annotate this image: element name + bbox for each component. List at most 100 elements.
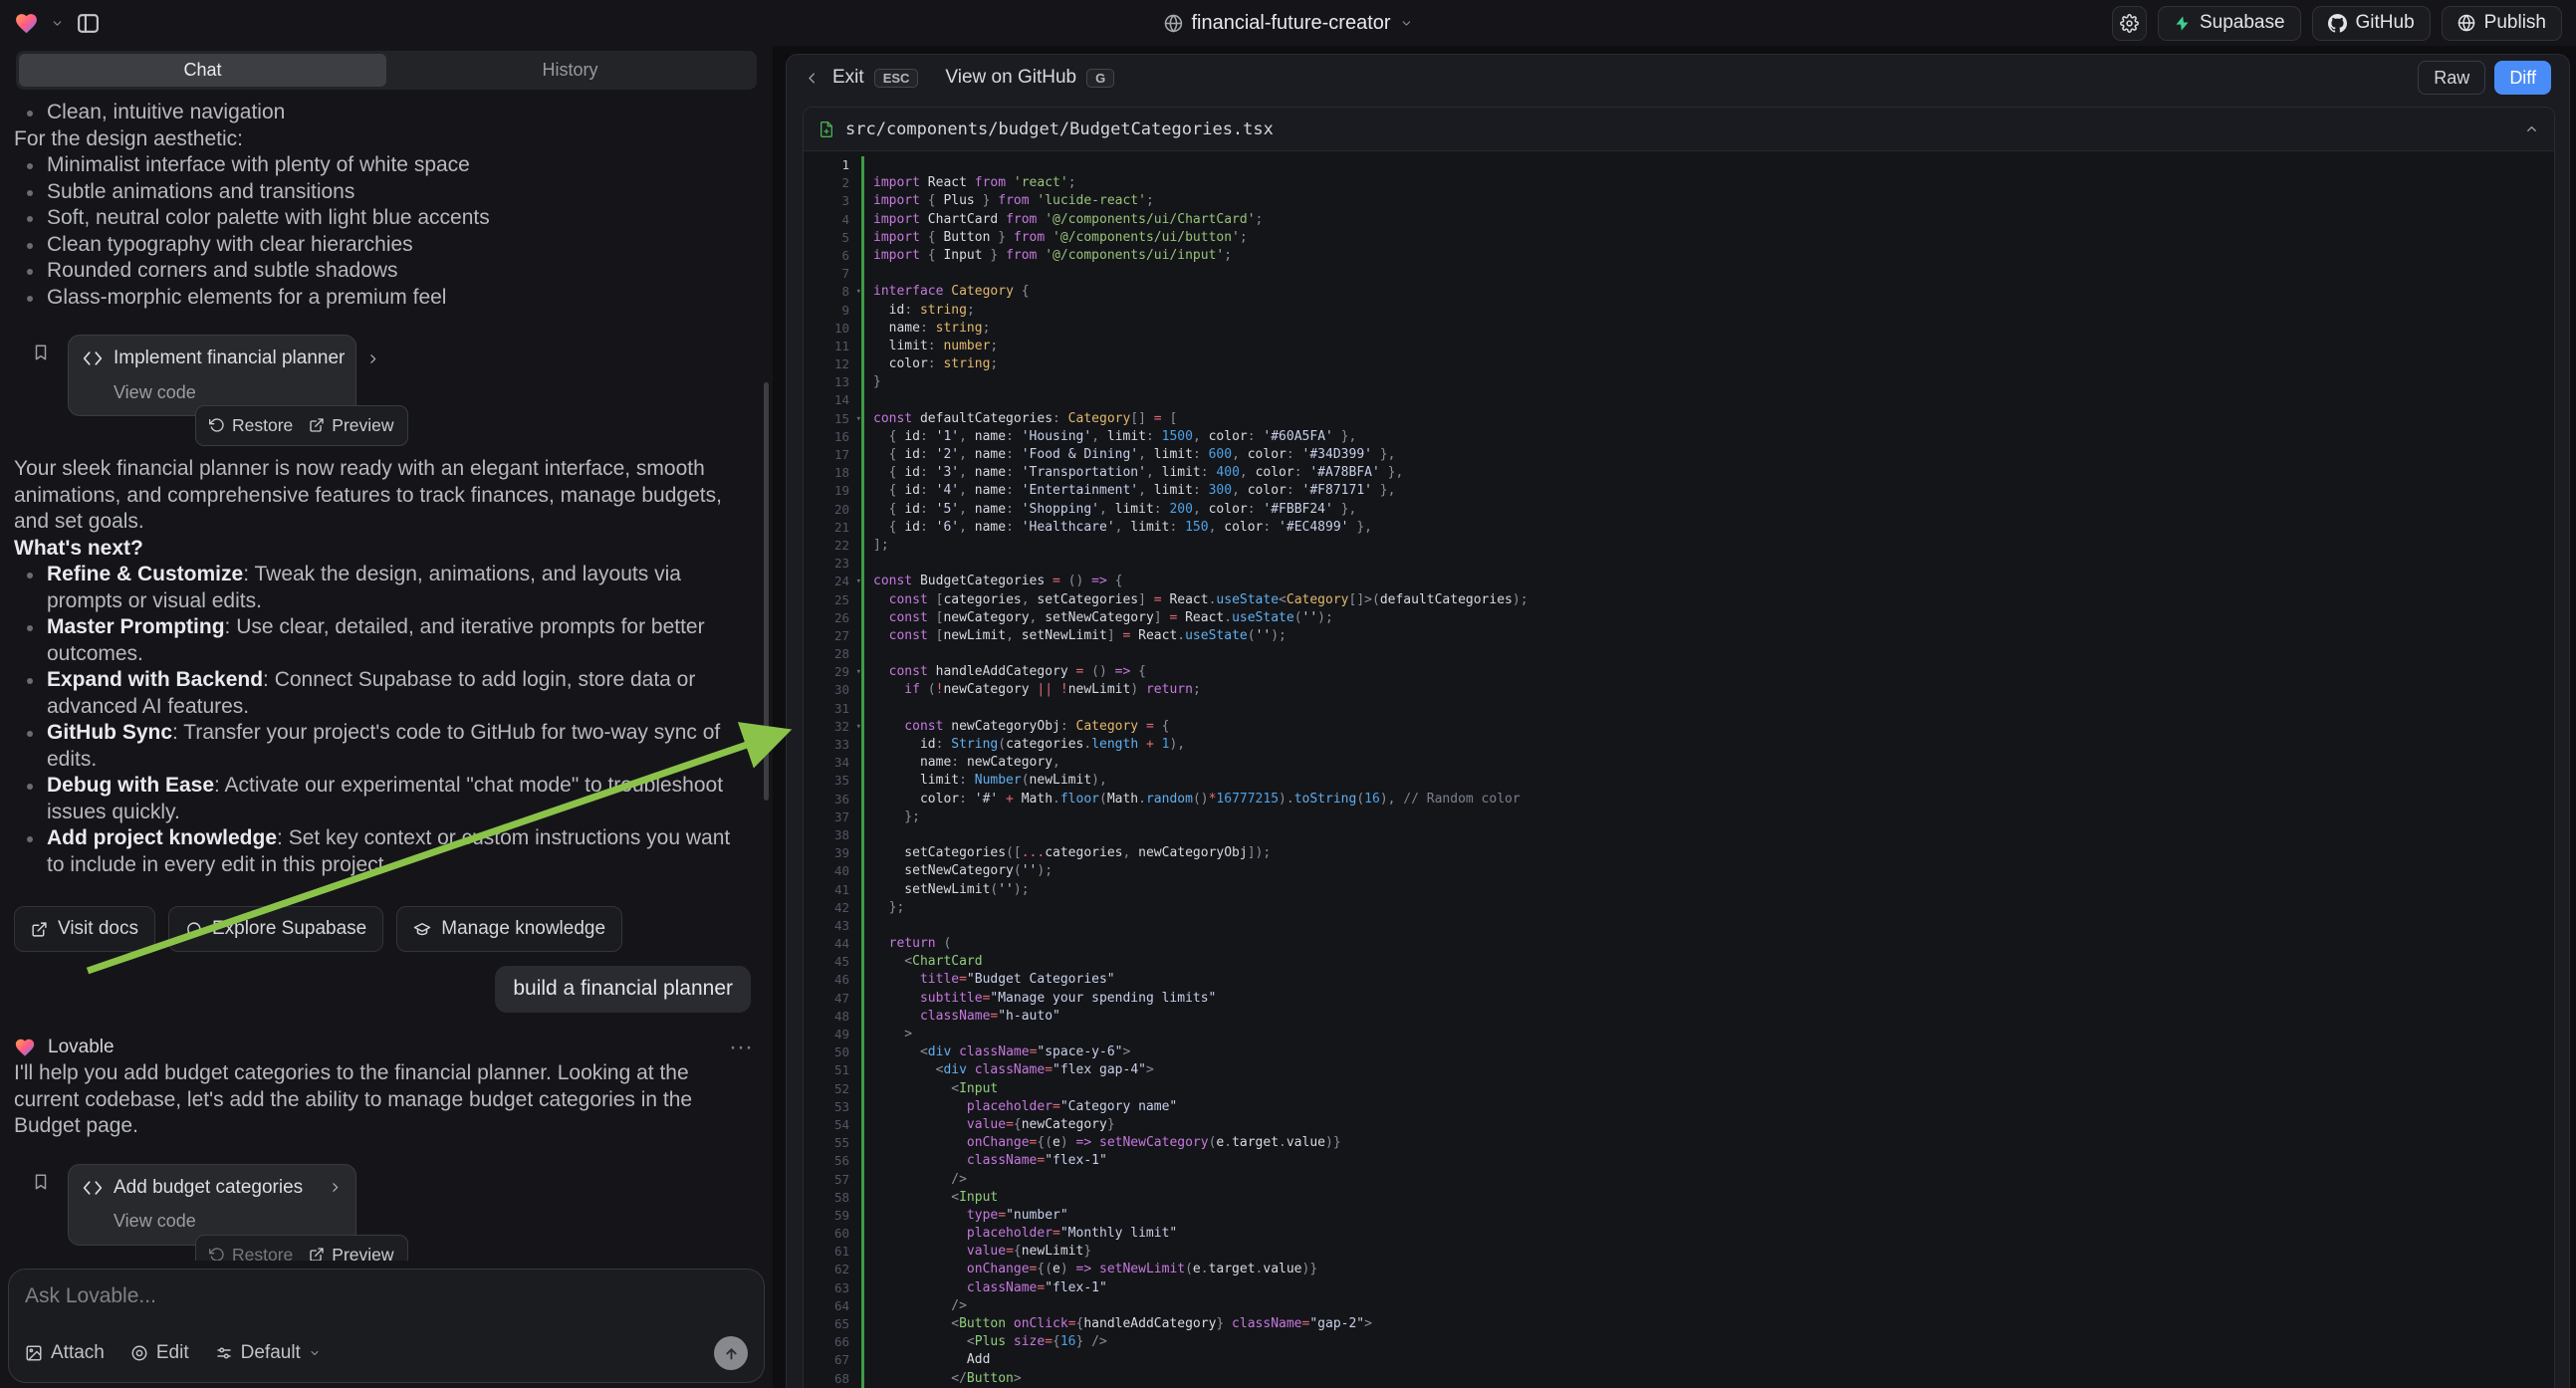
restore-button[interactable]: Restore (209, 412, 293, 439)
code-line: 33 id: String(categories.length + 1), (804, 736, 2554, 754)
code-line: 38 (804, 826, 2554, 844)
line-number: 17 (804, 446, 861, 464)
code-line: 21 { id: '6', name: 'Healthcare', limit:… (804, 519, 2554, 537)
attach-button[interactable]: Attach (25, 1342, 105, 1364)
code-line-content: setNewLimit(''); (861, 881, 2554, 899)
code-line: 2import React from 'react'; (804, 174, 2554, 192)
version-actions-popover: Restore Preview (195, 405, 408, 446)
message-menu-icon[interactable]: ··· (729, 1042, 753, 1052)
explore-supabase-button[interactable]: Explore Supabase (168, 906, 383, 952)
model-label: Default (241, 1342, 301, 1364)
line-number: 8▾ (804, 283, 861, 301)
bookmark-icon[interactable] (32, 1172, 50, 1192)
chat-scrollbar[interactable] (764, 382, 769, 801)
bookmark-icon[interactable] (32, 343, 50, 362)
line-number: 27 (804, 627, 861, 645)
code-line-content: placeholder="Category name" (861, 1098, 2554, 1116)
code-line-content: className="h-auto" (861, 1008, 2554, 1026)
list-item: Clean, intuitive navigation (14, 100, 753, 126)
list-item: Debug with Ease: Activate our experiment… (14, 773, 753, 825)
code-line-content: <Button onClick={handleAddCategory} clas… (861, 1315, 2554, 1333)
edit-card-implement-financial-planner[interactable]: Implement financial planner View code (68, 335, 356, 416)
code-line: 31 (804, 700, 2554, 718)
supabase-label: Supabase (2200, 12, 2285, 34)
fold-chevron-icon[interactable]: ▾ (856, 283, 861, 301)
line-number: 50 (804, 1043, 861, 1061)
restore-button[interactable]: Restore (209, 1242, 293, 1262)
code-line: 23 (804, 555, 2554, 573)
view-code-link[interactable]: View code (83, 1208, 342, 1235)
file-header[interactable]: src/components/budget/BudgetCategories.t… (804, 108, 2554, 151)
code-line-content: import ChartCard from '@/components/ui/C… (861, 211, 2554, 229)
design-bullet-list: Minimalist interface with plenty of whit… (14, 152, 753, 311)
item-lead: Expand with Backend (47, 668, 263, 691)
view-code-link[interactable]: View code (83, 379, 342, 406)
code-editor[interactable]: 12import React from 'react';3import { Pl… (804, 151, 2554, 1388)
manage-knowledge-button[interactable]: Manage knowledge (396, 906, 622, 952)
list-item: Refine & Customize: Tweak the design, an… (14, 562, 753, 614)
fold-chevron-icon[interactable]: ▾ (856, 663, 861, 681)
publish-button[interactable]: Publish (2442, 6, 2562, 41)
diff-toggle-button[interactable]: Diff (2494, 61, 2551, 95)
tab-chat[interactable]: Chat (19, 54, 386, 87)
code-line-content: /> (861, 1297, 2554, 1315)
line-number: 42 (804, 899, 861, 917)
line-number: 6 (804, 247, 861, 265)
item-lead: Master Prompting (47, 615, 225, 638)
code-line: 62 onChange={(e) => setNewLimit(e.target… (804, 1261, 2554, 1278)
line-number: 39 (804, 844, 861, 862)
list-item: GitHub Sync: Transfer your project's cod… (14, 720, 753, 773)
code-line-content: <Plus size={16} /> (861, 1333, 2554, 1351)
code-line: 35 limit: Number(newLimit), (804, 772, 2554, 790)
code-line: 57 /> (804, 1171, 2554, 1189)
code-line: 32▾ const newCategoryObj: Category = { (804, 718, 2554, 736)
line-number: 62 (804, 1261, 861, 1278)
preview-button[interactable]: Preview (309, 412, 393, 439)
exit-button[interactable]: Exit ESC (832, 67, 918, 89)
fold-chevron-icon[interactable]: ▾ (856, 573, 861, 590)
back-chevron-icon[interactable] (805, 71, 820, 86)
user-message: build a financial planner (495, 966, 751, 1013)
view-on-github-button[interactable]: View on GitHub G (945, 67, 1114, 89)
sliders-icon (215, 1344, 233, 1362)
line-number: 37 (804, 809, 861, 826)
code-line: 25 const [categories, setCategories] = R… (804, 591, 2554, 609)
line-number: 49 (804, 1026, 861, 1043)
line-number: 3 (804, 192, 861, 210)
line-number: 41 (804, 881, 861, 899)
preview-button[interactable]: Preview (309, 1242, 393, 1262)
code-line: 41 setNewLimit(''); (804, 881, 2554, 899)
code-line-content: { id: '3', name: 'Transportation', limit… (861, 464, 2554, 482)
code-line-content: placeholder="Monthly limit" (861, 1225, 2554, 1243)
edit-mode-button[interactable]: Edit (130, 1342, 189, 1364)
code-line-content: type="number" (861, 1207, 2554, 1225)
code-line-content: if (!newCategory || !newLimit) return; (861, 681, 2554, 699)
code-line-content: const defaultCategories: Category[] = [ (861, 410, 2554, 428)
settings-button[interactable] (2112, 6, 2147, 41)
edit-card-add-budget-categories[interactable]: Add budget categories View code (68, 1164, 356, 1246)
line-number: 48 (804, 1008, 861, 1026)
model-selector[interactable]: Default (215, 1342, 321, 1364)
lovable-logo-icon[interactable] (14, 11, 39, 36)
fold-chevron-icon[interactable]: ▾ (856, 718, 861, 736)
workspace-chevron-down-icon[interactable] (51, 17, 64, 30)
raw-toggle-button[interactable]: Raw (2418, 61, 2485, 95)
send-button[interactable] (714, 1336, 748, 1370)
code-line: 54 value={newCategory} (804, 1116, 2554, 1134)
code-line-content: import React from 'react'; (861, 174, 2554, 192)
visit-docs-button[interactable]: Visit docs (14, 906, 155, 952)
list-item: Glass-morphic elements for a premium fee… (14, 285, 753, 312)
collapse-chevron-up-icon[interactable] (2524, 121, 2539, 136)
line-number: 19 (804, 482, 861, 500)
fold-chevron-icon[interactable]: ▾ (856, 410, 861, 428)
project-switcher[interactable]: financial-future-creator (1163, 12, 1412, 35)
line-number: 55 (804, 1134, 861, 1152)
github-button[interactable]: GitHub (2312, 6, 2431, 41)
tab-history[interactable]: History (386, 54, 754, 87)
supabase-button[interactable]: Supabase (2158, 6, 2301, 41)
code-line-content (861, 826, 2554, 844)
sidebar-toggle-icon[interactable] (76, 11, 101, 36)
chat-input[interactable]: Ask Lovable... (25, 1284, 748, 1308)
line-number: 32▾ (804, 718, 861, 736)
code-line-content: limit: number; (861, 338, 2554, 355)
